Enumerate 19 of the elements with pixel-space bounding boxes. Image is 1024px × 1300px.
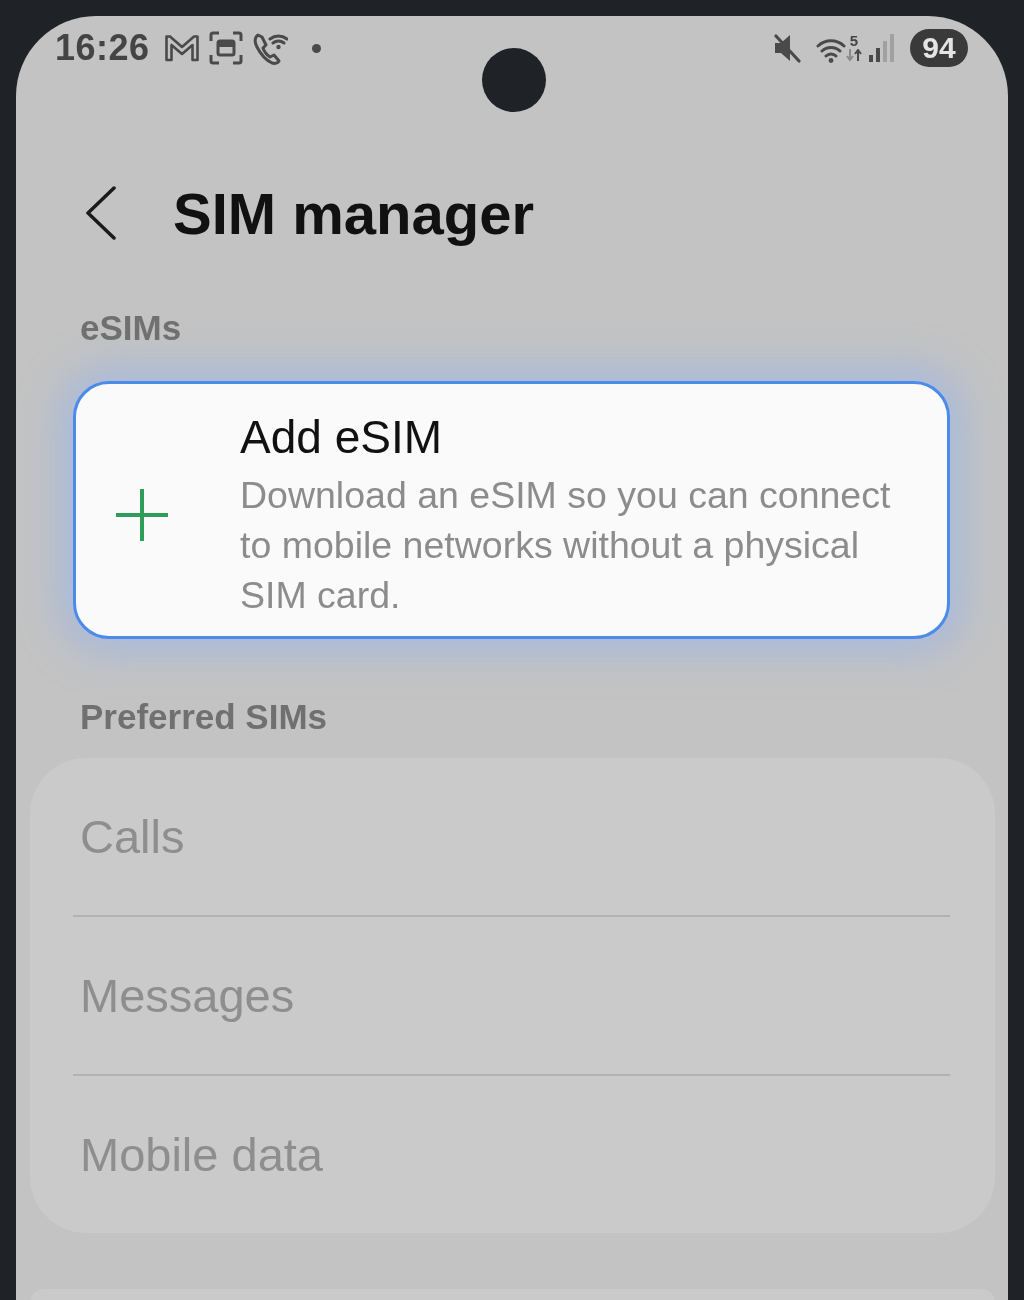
add-esim-title: Add eSIM	[240, 410, 443, 465]
section-label: Preferred SIMs	[80, 697, 328, 736]
notification-dot-icon	[311, 43, 321, 53]
wifi-band-label: 5	[849, 33, 859, 49]
add-esim-description: Download an eSIM so you can connect to mobile networks without a physical SIM card.	[240, 473, 892, 618]
signal-icon	[868, 33, 896, 63]
wifi-icon	[816, 37, 846, 63]
wifi-call-icon	[251, 31, 288, 65]
battery-badge: 94	[910, 29, 968, 67]
mute-icon	[772, 33, 802, 63]
screenshot-icon	[208, 31, 243, 65]
page-title: SIM manager	[173, 179, 534, 247]
mail-icon	[163, 34, 200, 62]
status-time: 16:26	[55, 27, 150, 69]
back-icon[interactable]	[85, 186, 117, 240]
add-esim-card[interactable]: Add eSIM Download an eSIM so you can connect to mobile networks without a physical SIM card.	[73, 381, 950, 639]
plus-icon	[115, 487, 169, 542]
section-label: eSIMs	[80, 308, 182, 347]
data-arrows-icon	[846, 49, 862, 61]
